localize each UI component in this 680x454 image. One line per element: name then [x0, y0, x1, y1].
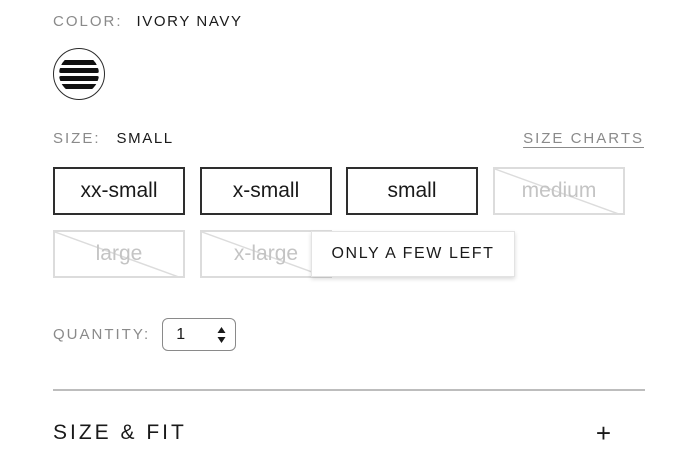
color-label: COLOR: [53, 13, 123, 30]
low-stock-tooltip: ONLY A FEW LEFT [311, 231, 515, 277]
size-option-medium[interactable]: medium [493, 167, 625, 215]
size-option-small[interactable]: small [346, 167, 478, 215]
size-option-label: xx-small [80, 179, 158, 202]
size-option-label: x-large [233, 242, 299, 265]
select-arrows-icon [217, 327, 226, 343]
size-option-large[interactable]: large [53, 230, 185, 278]
color-row: COLOR: IVORY NAVY [53, 13, 243, 30]
section-divider [53, 389, 645, 391]
quantity-label: QUANTITY: [53, 326, 151, 343]
size-fit-accordion[interactable]: SIZE & FIT + [53, 420, 611, 446]
size-fit-title: SIZE & FIT [53, 421, 187, 444]
size-value: SMALL [116, 130, 174, 147]
quantity-value: 1 [176, 325, 186, 343]
plus-icon[interactable]: + [596, 420, 611, 446]
quantity-select[interactable]: 1 [162, 318, 237, 351]
size-row: SIZE: SMALL [53, 130, 174, 147]
swatch-stripes [59, 54, 99, 94]
size-option-label: medium [521, 179, 597, 202]
size-charts-link[interactable]: SIZE CHARTS [523, 130, 644, 147]
color-value: IVORY NAVY [136, 13, 243, 30]
striped-swatch-icon[interactable] [53, 48, 105, 100]
size-option-label: small [387, 179, 437, 202]
quantity-row: QUANTITY: 1 [53, 318, 237, 351]
size-label: SIZE: [53, 130, 101, 147]
size-option-label: x-small [232, 179, 300, 202]
size-option-xx-small[interactable]: xx-small [53, 167, 185, 215]
size-option-label: large [95, 242, 143, 265]
size-option-x-small[interactable]: x-small [200, 167, 332, 215]
